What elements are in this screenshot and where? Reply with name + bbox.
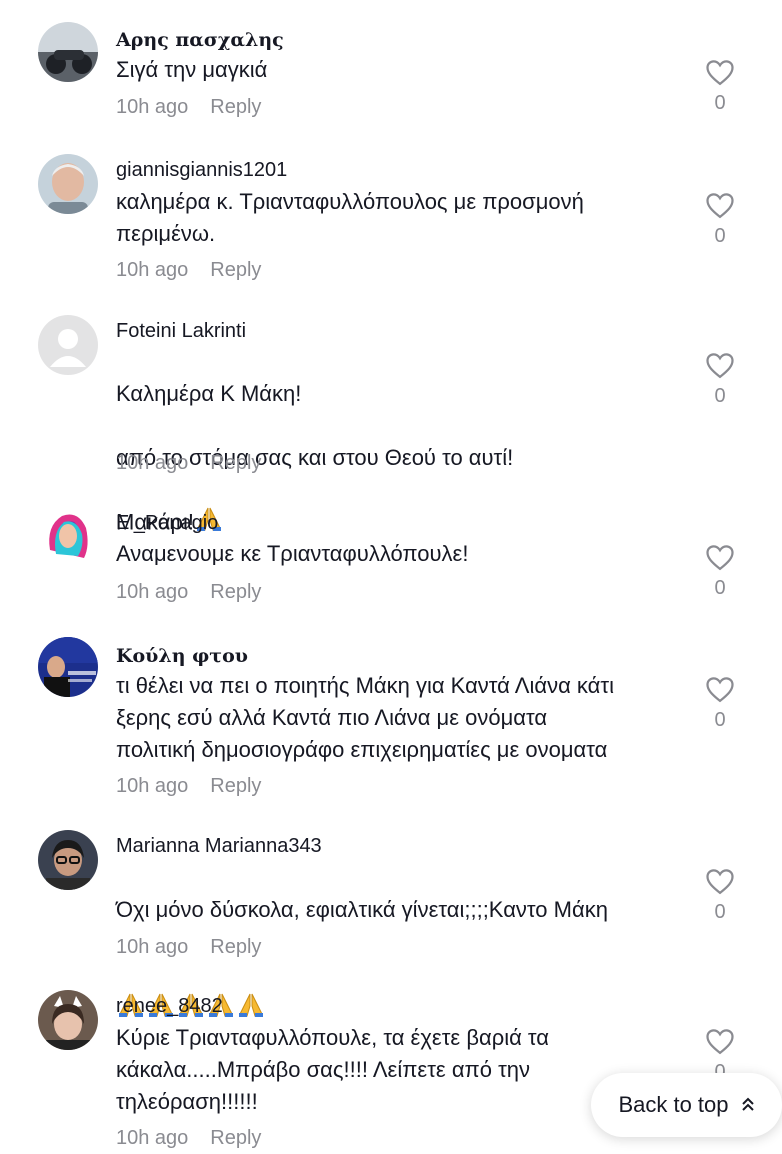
comment-time: 10h ago <box>116 96 189 118</box>
like-button[interactable]: 0 <box>702 58 738 115</box>
comment-username[interactable]: Αρης πασχαλης <box>116 29 284 51</box>
avatar[interactable] <box>38 154 98 214</box>
comment-username[interactable]: Κούλη φτου <box>116 645 248 667</box>
comment-username[interactable]: renee_8482 <box>116 995 223 1018</box>
comment-time: 10h ago <box>116 581 189 603</box>
comment-username[interactable]: Foteini Lakrinti <box>116 320 246 343</box>
comment-text: τι θέλει να πει ο ποιητής Μάκη για Καντά… <box>116 673 614 762</box>
comment-meta: 10h ago Reply <box>116 775 261 798</box>
heart-outline-icon <box>706 60 734 86</box>
heart-outline-icon <box>706 869 734 895</box>
comment-meta: 10h ago Reply <box>116 936 261 959</box>
like-button[interactable]: 0 <box>702 351 738 408</box>
comment-text-line: Καλημέρα Κ Μάκη! <box>116 381 302 406</box>
reply-button[interactable]: Reply <box>210 1127 261 1149</box>
reply-button[interactable]: Reply <box>210 452 261 474</box>
like-button[interactable]: 0 <box>702 191 738 248</box>
avatar[interactable] <box>38 637 98 697</box>
like-count: 0 <box>714 577 726 599</box>
like-button[interactable]: 0 <box>702 675 738 732</box>
heart-outline-icon <box>706 353 734 379</box>
comment-username[interactable]: Marianna Marianna343 <box>116 835 322 858</box>
avatar[interactable] <box>38 22 98 82</box>
comment-time: 10h ago <box>116 936 189 958</box>
comment-time: 10h ago <box>116 775 189 797</box>
comment-meta: 10h ago Reply <box>116 96 261 119</box>
reply-button[interactable]: Reply <box>210 775 261 797</box>
avatar[interactable] <box>38 830 98 890</box>
like-button[interactable]: 0 <box>702 867 738 924</box>
avatar[interactable] <box>38 315 98 375</box>
comment-username[interactable]: El_Panagio <box>116 512 218 535</box>
like-button[interactable]: 0 <box>702 543 738 600</box>
comment-text: Σιγά την μαγκιά <box>116 57 268 82</box>
comment-time: 10h ago <box>116 259 189 281</box>
comment-text: καλημέρα κ. Τριανταφυλλόπουλος με προσμο… <box>116 189 584 246</box>
like-count: 0 <box>714 225 726 247</box>
reply-button[interactable]: Reply <box>210 581 261 603</box>
comment-username[interactable]: giannisgiannis1201 <box>116 159 287 182</box>
comment-meta: 10h ago Reply <box>116 1127 261 1150</box>
avatar[interactable] <box>38 506 98 566</box>
heart-outline-icon <box>706 545 734 571</box>
like-count: 0 <box>714 92 726 114</box>
reply-button[interactable]: Reply <box>210 259 261 281</box>
reply-button[interactable]: Reply <box>210 96 261 118</box>
like-count: 0 <box>714 901 726 923</box>
heart-outline-icon <box>706 1029 734 1055</box>
comment-time: 10h ago <box>116 452 189 474</box>
reply-button[interactable]: Reply <box>210 936 261 958</box>
like-count: 0 <box>714 385 726 407</box>
like-count: 0 <box>714 709 726 731</box>
comment-time: 10h ago <box>116 1127 189 1149</box>
comment-meta: 10h ago Reply <box>116 259 261 282</box>
back-to-top-label: Back to top <box>618 1092 729 1117</box>
double-chevron-up-icon <box>741 1096 755 1114</box>
avatar[interactable] <box>38 990 98 1050</box>
comment-text-line: Όχι μόνο δύσκολα, εφιαλτικά γίνεται;;;;Κ… <box>116 897 608 922</box>
heart-outline-icon <box>706 193 734 219</box>
heart-outline-icon <box>706 677 734 703</box>
back-to-top-button[interactable]: Back to top <box>591 1073 782 1137</box>
comment-meta: 10h ago Reply <box>116 581 261 604</box>
comment-meta: 10h ago Reply <box>116 452 261 475</box>
comment-text: Αναμενουμε κε Τριανταφυλλόπουλε! <box>116 541 469 566</box>
